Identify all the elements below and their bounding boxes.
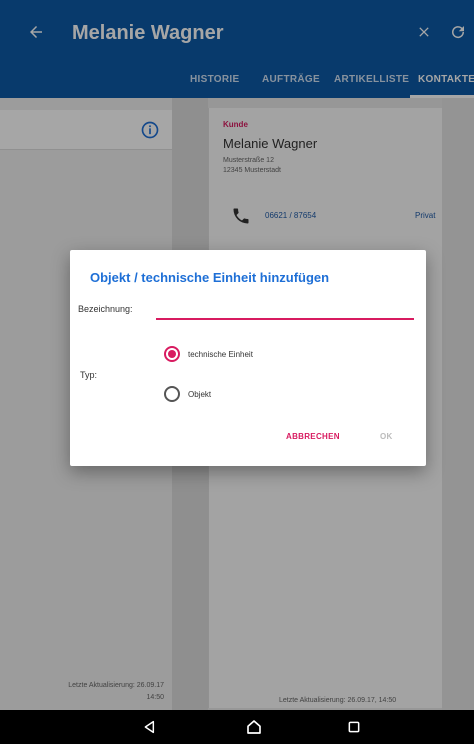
system-nav-bar — [0, 710, 474, 744]
triangle-back-icon — [144, 720, 155, 734]
radio-technical-unit-label[interactable]: technische Einheit — [188, 350, 253, 359]
nav-home-button[interactable] — [244, 717, 264, 737]
add-object-dialog: Objekt / technische Einheit hinzufügen B… — [70, 250, 426, 466]
radio-object-label[interactable]: Objekt — [188, 390, 211, 399]
nav-back-button[interactable] — [140, 717, 160, 737]
home-icon — [247, 720, 261, 734]
radio-technical-unit[interactable] — [164, 346, 180, 362]
ok-button[interactable]: OK — [380, 432, 393, 441]
nav-recent-button[interactable] — [344, 717, 364, 737]
type-label: Typ: — [80, 370, 98, 380]
square-recent-icon — [348, 721, 360, 733]
radio-object[interactable] — [164, 386, 180, 402]
name-field-label: Bezeichnung: — [78, 304, 133, 314]
app-root: Melanie Wagner HISTORIE AUFTRÄGE ARTIKEL… — [0, 0, 474, 744]
cancel-button[interactable]: ABBRECHEN — [286, 432, 340, 441]
dialog-title: Objekt / technische Einheit hinzufügen — [90, 270, 330, 285]
name-input[interactable] — [156, 300, 414, 320]
